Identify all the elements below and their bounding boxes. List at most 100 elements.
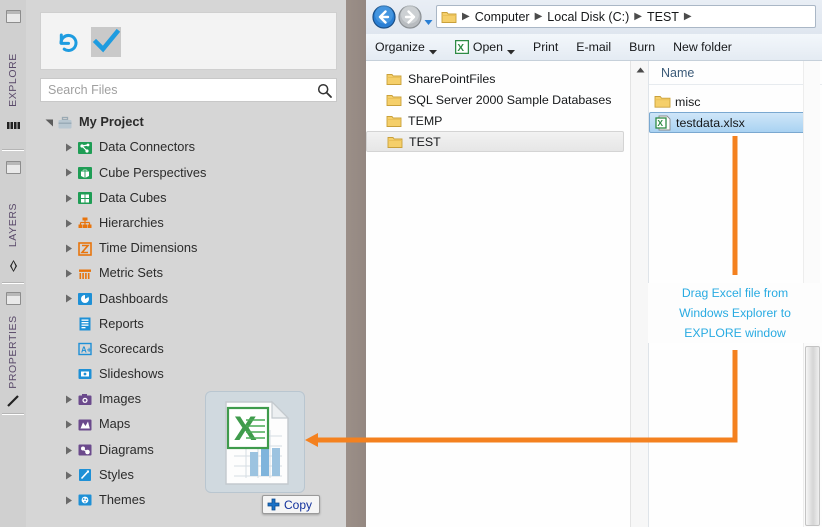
explorer-navigation-pane: SharePointFiles SQL Server 2000 Sample D… [366, 61, 630, 527]
organize-button[interactable]: Organize [366, 34, 446, 61]
tree-item-label: Data Cubes [99, 189, 167, 205]
open-button[interactable]: X Open [446, 34, 524, 61]
tree-item-time-dimensions[interactable]: Time Dimensions [40, 236, 340, 261]
tree-item-label: Styles [99, 466, 134, 482]
refresh-button[interactable] [53, 27, 83, 57]
breadcrumb-local-disk[interactable]: Local Disk (C:) [547, 10, 629, 24]
chevron-right-icon[interactable] [62, 468, 76, 482]
search-files-box[interactable] [40, 78, 337, 102]
back-button[interactable] [372, 5, 396, 29]
file-row-label: misc [675, 94, 701, 109]
svg-text:A+: A+ [81, 346, 92, 355]
chevron-down-icon[interactable] [424, 13, 433, 25]
chevron-right-icon[interactable] [62, 292, 76, 306]
tree-item-dashboards[interactable]: Dashboards [40, 286, 340, 311]
tree-item-reports[interactable]: Reports [40, 312, 340, 337]
svg-text:X: X [457, 43, 464, 54]
tree-item-hierarchies[interactable]: Hierarchies [40, 211, 340, 236]
folder-icon [386, 93, 402, 107]
burn-button[interactable]: Burn [620, 34, 664, 61]
tree-item-metric-sets[interactable]: Metric Sets [40, 261, 340, 286]
column-header-name[interactable]: Name [649, 61, 822, 85]
chevron-right-icon[interactable] [62, 267, 76, 281]
sidebar-item-properties[interactable]: PROPERTIES [0, 284, 26, 414]
breadcrumb-computer[interactable]: Computer [475, 10, 530, 24]
address-breadcrumb-field[interactable]: ▶ Computer ▶ Local Disk (C:) ▶ TEST ▶ [436, 5, 816, 28]
sidebar-item-layers[interactable]: LAYERS [0, 151, 26, 283]
tree-item-label: Hierarchies [99, 214, 164, 230]
print-button[interactable]: Print [524, 34, 567, 61]
sidebar-item-label: EXPLORE [7, 53, 19, 107]
chevron-right-icon[interactable] [62, 166, 76, 180]
chevron-down-icon [428, 44, 437, 55]
panel-icon [6, 161, 21, 174]
file-row-testdata-xlsx[interactable]: X testdata.xlsx [649, 112, 820, 133]
tree-item-slideshows[interactable]: Slideshows [40, 362, 340, 387]
breadcrumb-separator[interactable]: ▶ [634, 11, 642, 22]
copy-drop-badge: Copy [262, 495, 321, 514]
breadcrumb-test[interactable]: TEST [647, 10, 679, 24]
forward-button[interactable] [398, 5, 422, 29]
nav-item-sharepointfiles[interactable]: SharePointFiles [366, 68, 630, 89]
file-row-misc[interactable]: misc [649, 91, 822, 112]
hierarchies-icon [77, 215, 93, 231]
breadcrumb-separator[interactable]: ▶ [684, 11, 692, 22]
organize-label: Organize [375, 40, 425, 54]
explorer-command-bar: Organize X Open Print E-mail Burn New fo… [366, 34, 822, 61]
excel-file-icon: X [224, 400, 290, 491]
chevron-right-icon[interactable] [62, 493, 76, 507]
nav-item-test[interactable]: TEST [366, 131, 624, 152]
pencil-icon [7, 395, 19, 407]
scroll-up-icon[interactable] [631, 61, 649, 78]
diagrams-icon [77, 442, 93, 458]
chevron-right-icon[interactable] [62, 242, 76, 256]
chevron-right-icon[interactable] [62, 418, 76, 432]
columns-icon [7, 122, 20, 129]
search-input[interactable] [41, 83, 312, 97]
sidebar-item-explore[interactable]: EXPLORE [0, 0, 26, 150]
screenshot-root: EXPLORE LAYERS PROPERTIES Search Files M… [0, 0, 822, 527]
chevron-right-icon[interactable] [62, 141, 76, 155]
navigation-pane-scrollbar[interactable] [630, 61, 648, 527]
email-button[interactable]: E-mail [567, 34, 620, 61]
burn-label: Burn [629, 40, 656, 54]
plus-icon [267, 498, 280, 511]
explorer-window: ▶ Computer ▶ Local Disk (C:) ▶ TEST ▶ Or… [366, 0, 822, 527]
chevron-right-icon[interactable] [62, 443, 76, 457]
folder-icon [386, 72, 402, 86]
tree-root-my-project[interactable]: My Project [40, 110, 340, 135]
folder-icon [386, 114, 402, 128]
nav-item-temp[interactable]: TEMP [366, 110, 630, 131]
tree-item-cube-perspectives[interactable]: Cube Perspectives [40, 160, 340, 185]
data-cubes-icon [77, 190, 93, 206]
folder-icon [387, 135, 403, 149]
dashboards-icon [77, 291, 93, 307]
annotation-text: Drag Excel file from Windows Explorer to… [648, 283, 822, 343]
tree-item-label: Slideshows [99, 366, 164, 382]
chevron-right-icon[interactable] [62, 191, 76, 205]
file-row-label: testdata.xlsx [676, 115, 745, 130]
tree-item-label: Maps [99, 416, 131, 432]
explorer-address-bar: ▶ Computer ▶ Local Disk (C:) ▶ TEST ▶ [366, 0, 822, 34]
tree-item-label: Diagrams [99, 441, 154, 457]
confirm-button[interactable] [91, 27, 121, 57]
chevron-down-icon[interactable] [42, 116, 56, 130]
chevron-right-icon[interactable] [62, 216, 76, 230]
tree-item-data-cubes[interactable]: Data Cubes [40, 186, 340, 211]
nav-item-label: TEMP [408, 113, 443, 128]
checkmark-icon [92, 28, 121, 53]
tree-item-scorecards[interactable]: A+ Scorecards [40, 337, 340, 362]
reports-icon [77, 316, 93, 332]
nav-item-sql-server-2000-sample-databases[interactable]: SQL Server 2000 Sample Databases [366, 89, 630, 110]
chevron-right-icon[interactable] [62, 393, 76, 407]
search-icon[interactable] [312, 79, 336, 101]
new-folder-button[interactable]: New folder [664, 34, 741, 61]
annotation-line-3: EXPLORE window [684, 326, 786, 340]
scrollbar-thumb[interactable] [805, 346, 820, 526]
tree-item-data-connectors[interactable]: Data Connectors [40, 135, 340, 160]
styles-icon [77, 467, 93, 483]
nav-item-label: SQL Server 2000 Sample Databases [408, 92, 612, 107]
panel-icon [6, 292, 21, 305]
breadcrumb-separator[interactable]: ▶ [535, 11, 543, 22]
print-label: Print [533, 40, 559, 54]
